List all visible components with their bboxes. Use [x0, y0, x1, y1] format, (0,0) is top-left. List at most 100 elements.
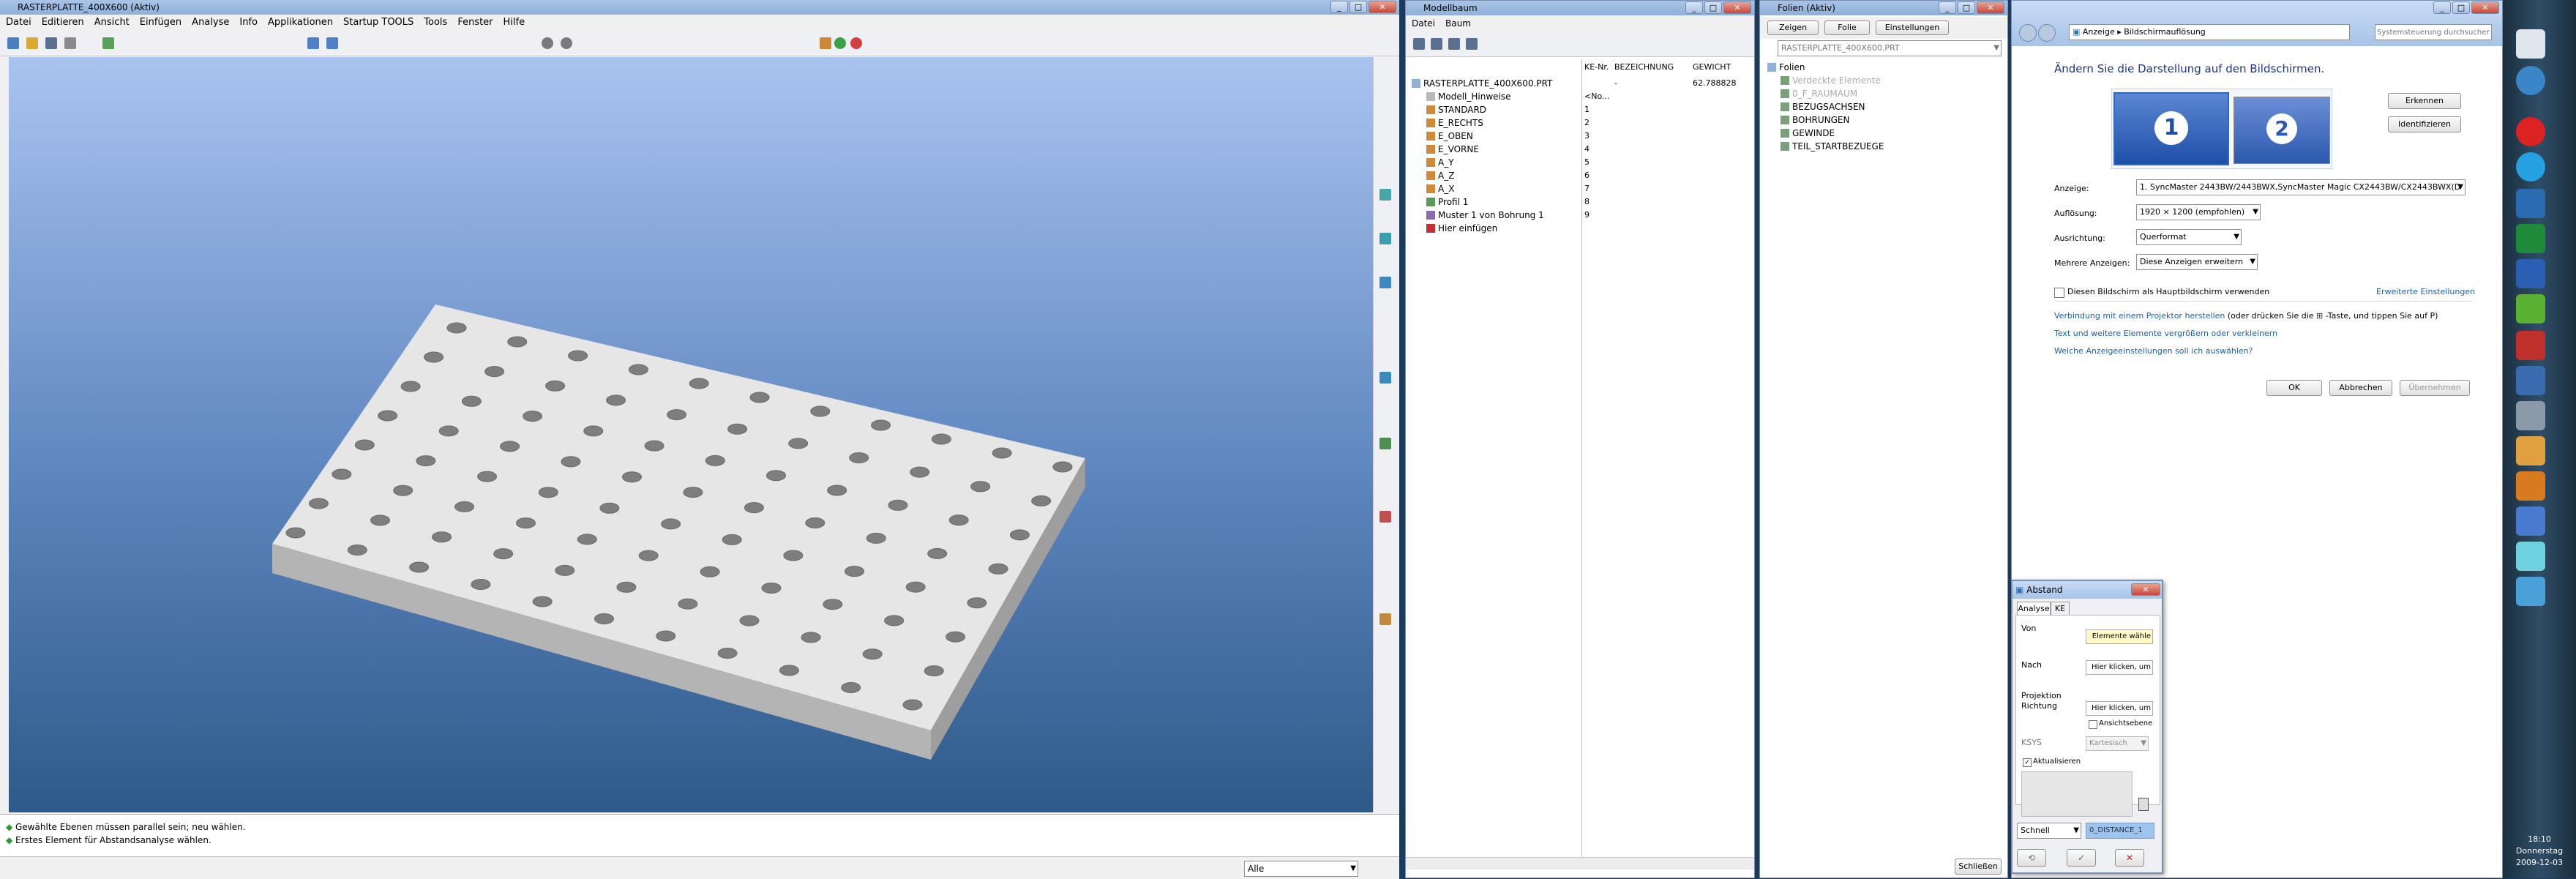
pattern-icon[interactable]	[1379, 511, 1391, 523]
open-file-icon[interactable]	[26, 37, 38, 49]
breadcrumb-anzeige[interactable]: Anzeige	[2083, 27, 2115, 37]
tree-item[interactable]: E_RECHTS	[1426, 116, 1483, 130]
anzeigeeinstellungen-hilfe-link[interactable]: Welche Anzeigeeinstellungen soll ich aus…	[2054, 346, 2253, 356]
maximize-button[interactable]: □	[2452, 1, 2470, 14]
revolve-icon[interactable]	[1379, 277, 1391, 288]
datum-planes-icon[interactable]	[820, 37, 831, 49]
monitor-1[interactable]: 1	[2113, 92, 2229, 165]
erkennen-button[interactable]: Erkennen	[2388, 93, 2461, 109]
layer-item[interactable]: BEZUGSACHSEN	[1781, 100, 1865, 113]
column-header-kenr[interactable]: KE-Nr.	[1584, 62, 1609, 72]
schnell-select[interactable]: Schnell ▼	[2017, 823, 2081, 839]
breadcrumb-aufloesung[interactable]: Bildschirmauflösung	[2124, 27, 2206, 37]
minimize-button[interactable]: _	[1685, 1, 1703, 14]
extrude-icon[interactable]	[1379, 233, 1391, 244]
thunderbird-icon[interactable]	[2516, 189, 2545, 218]
tree-columns-icon[interactable]	[1448, 38, 1460, 50]
aufloesung-select[interactable]: 1920 × 1200 (empfohlen) ▼	[2136, 204, 2261, 220]
round-icon[interactable]	[1379, 438, 1391, 449]
excel-icon[interactable]	[2516, 224, 2545, 253]
erweiterte-einstellungen-link[interactable]: Erweiterte Einstellungen	[2376, 287, 2475, 296]
app-proe-icon[interactable]	[2516, 577, 2545, 606]
tree-item[interactable]: Muster 1 von Bohrung 1	[1426, 209, 1544, 222]
tree-show-icon[interactable]	[1466, 38, 1478, 50]
maximize-button[interactable]: □	[1349, 1, 1367, 13]
app-green-icon[interactable]	[2516, 294, 2545, 323]
tree-item[interactable]: E_OBEN	[1426, 130, 1473, 143]
layer-item[interactable]: GEWINDE	[1781, 127, 1835, 140]
folie-button[interactable]: Folie	[1824, 20, 1870, 35]
menu-tools[interactable]: Tools	[424, 15, 447, 31]
nach-field[interactable]: Hier klicken, um	[2086, 660, 2153, 675]
menu-hilfe[interactable]: Hilfe	[503, 15, 525, 31]
maximize-button[interactable]: □	[1958, 1, 1975, 14]
search-input[interactable]	[2375, 24, 2492, 40]
aktualisieren-checkbox[interactable]: ✓	[2023, 758, 2032, 767]
maximize-button[interactable]: □	[1704, 1, 1722, 14]
menu-fenster[interactable]: Fenster	[457, 15, 493, 31]
mirror-icon[interactable]	[1379, 613, 1391, 625]
save-icon[interactable]	[45, 37, 57, 49]
app-red-icon[interactable]	[2516, 331, 2545, 360]
tree-item[interactable]: Hier einfügen	[1426, 222, 1497, 235]
minimize-button[interactable]: _	[1939, 1, 1956, 14]
minimize-button[interactable]: _	[1330, 1, 1348, 13]
minimize-button[interactable]: _	[2433, 1, 2451, 14]
abbrechen-button[interactable]: Abbrechen	[2329, 380, 2392, 396]
app-blue-icon[interactable]	[2516, 366, 2545, 395]
ansichtsebene-checkbox[interactable]	[2089, 720, 2097, 729]
zoom-out-icon[interactable]	[561, 37, 572, 49]
menu-einfuegen[interactable]: Einfügen	[140, 15, 181, 31]
repeat-button[interactable]: ⟲	[2017, 849, 2046, 867]
confirm-button[interactable]: ✓	[2067, 849, 2096, 867]
new-file-icon[interactable]	[7, 37, 19, 49]
sketch-icon[interactable]	[1379, 189, 1391, 201]
layer-item[interactable]: 0_F_RAUMAUM	[1781, 87, 1857, 100]
regenerate-icon[interactable]	[102, 37, 114, 49]
app-loop-icon[interactable]	[2516, 506, 2545, 536]
tab-analyse[interactable]: Analyse	[2017, 602, 2051, 616]
mehrere-select[interactable]: Diese Anzeigen erweitern ▼	[2136, 254, 2258, 270]
menu-ansicht[interactable]: Ansicht	[94, 15, 130, 31]
layer-item[interactable]: Folien	[1767, 61, 1805, 74]
cancel-dialog-button[interactable]: ✕	[2115, 849, 2144, 867]
print-icon[interactable]	[64, 37, 76, 49]
tree-item[interactable]: A_X	[1426, 182, 1454, 195]
color-icon[interactable]	[850, 37, 862, 49]
app-gray-icon[interactable]	[2516, 401, 2545, 430]
richtung-field[interactable]: Hier klicken, um	[2086, 701, 2153, 716]
uebernehmen-button[interactable]: Übernehmen	[2400, 380, 2470, 396]
explorer-icon[interactable]	[2516, 29, 2545, 59]
menu-baum[interactable]: Baum	[1445, 15, 1471, 31]
close-button[interactable]: ✕	[1723, 1, 1751, 14]
menu-applikationen[interactable]: Applikationen	[268, 15, 333, 31]
close-button[interactable]: ✕	[2471, 1, 2499, 14]
tree-settings-icon[interactable]	[1413, 38, 1425, 50]
identifizieren-button[interactable]: Identifizieren	[2388, 116, 2461, 132]
forward-button[interactable]	[2038, 24, 2056, 42]
back-button[interactable]	[2019, 24, 2037, 42]
einstellungen-button[interactable]: Einstellungen	[1876, 20, 1949, 35]
projektor-link[interactable]: Verbindung mit einem Projektor herstelle…	[2054, 311, 2225, 321]
clock-time[interactable]: 18:10	[2503, 834, 2576, 844]
column-header-gewicht[interactable]: GEWICHT	[1693, 62, 1731, 72]
ok-button[interactable]: OK	[2266, 380, 2322, 396]
anzeige-select[interactable]: 1. SyncMaster 2443BW/2443BWX,SyncMaster …	[2136, 179, 2465, 195]
menu-info[interactable]: Info	[239, 15, 258, 31]
filter-select[interactable]: Alle ▼	[1244, 861, 1358, 877]
column-header-bezeichnung[interactable]: BEZEICHNUNG	[1614, 62, 1674, 72]
menu-datei[interactable]: Datei	[1412, 15, 1435, 31]
ksys-select[interactable]: Kartesisch ▼	[2086, 736, 2149, 751]
zoom-in-icon[interactable]	[542, 37, 553, 49]
von-field[interactable]: Elemente wähle	[2086, 629, 2153, 644]
layer-item[interactable]: BOHRUNGEN	[1781, 113, 1849, 127]
ausrichtung-select[interactable]: Querformat ▼	[2136, 229, 2242, 245]
graphics-viewport[interactable]	[9, 57, 1373, 812]
layer-item[interactable]: Verdeckte Elemente	[1781, 74, 1881, 87]
app-orange-icon[interactable]	[2516, 471, 2545, 501]
tab-ke[interactable]: KE	[2051, 602, 2070, 616]
app-pictures-icon[interactable]	[2516, 436, 2545, 465]
appearance-icon[interactable]	[834, 37, 846, 49]
layer-item[interactable]: TEIL_STARTBEZUEGE	[1781, 140, 1884, 153]
address-bar[interactable]: ▣ Anzeige ▸ Bildschirmauflösung	[2069, 24, 2350, 40]
